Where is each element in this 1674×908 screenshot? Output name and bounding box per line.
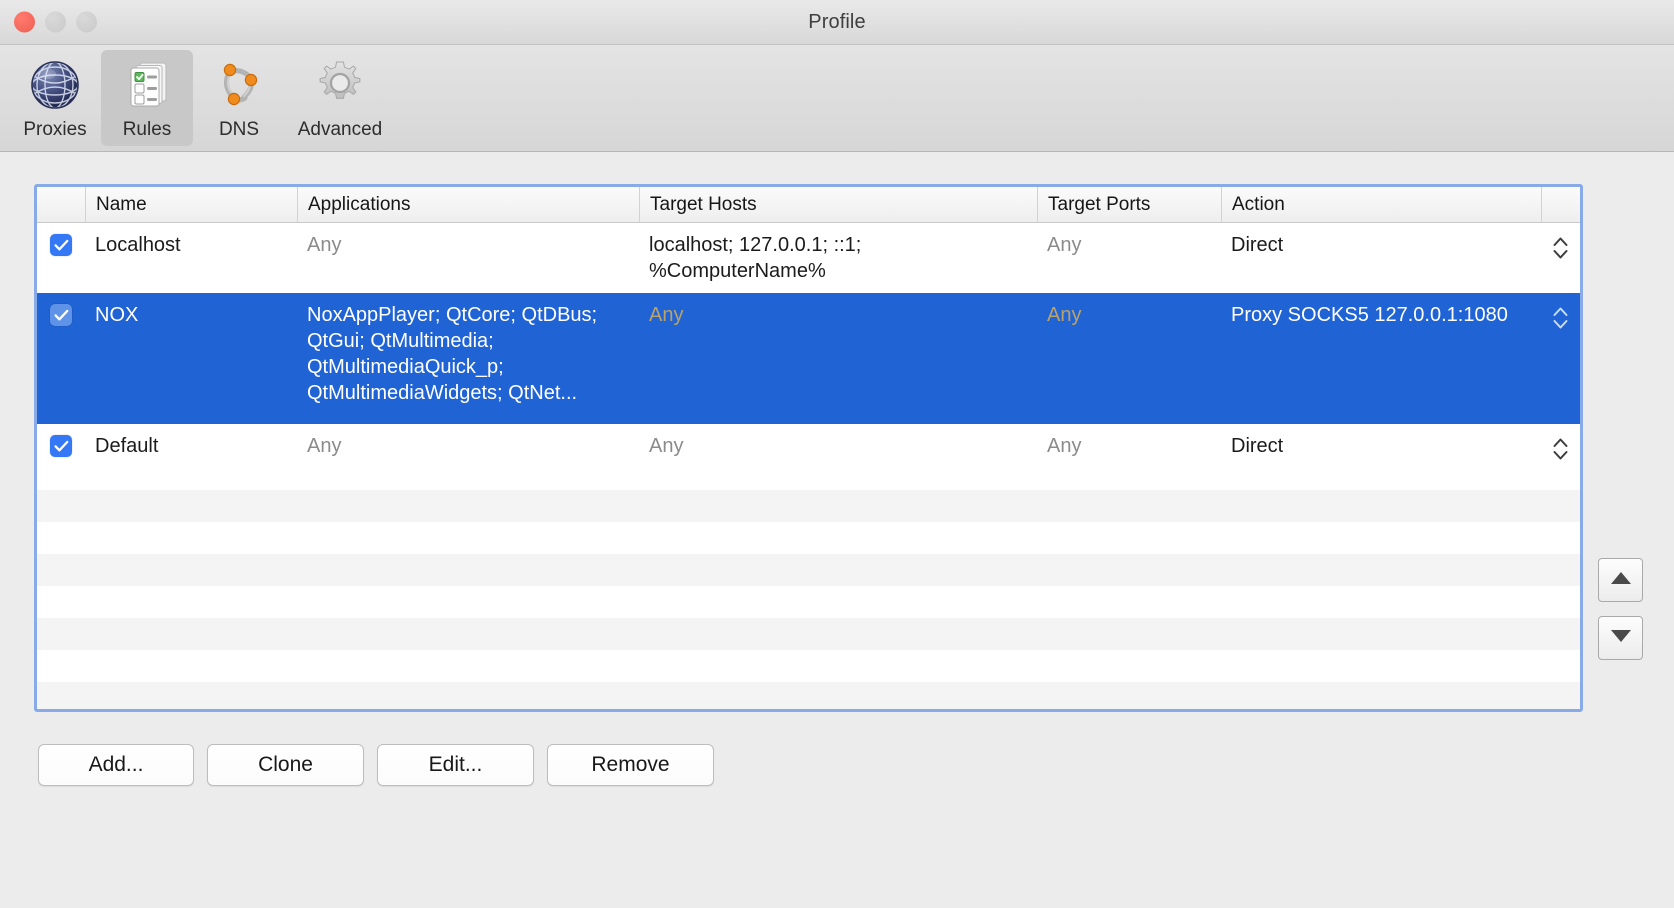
table-empty-row <box>37 682 1580 709</box>
toolbar-item-dns-label: DNS <box>218 119 260 140</box>
toolbar: Proxies Rules DNS Advanced <box>0 45 1674 152</box>
table-empty-row <box>37 650 1580 682</box>
add-button[interactable]: Add... <box>38 744 194 786</box>
remove-button[interactable]: Remove <box>547 744 714 786</box>
triangle-down-icon <box>1609 628 1633 649</box>
cell-target-ports: Any <box>1047 304 1082 326</box>
title-bar: Profile <box>0 0 1674 45</box>
triangle-up-icon <box>1609 570 1633 591</box>
profile-window: Profile Proxies Rules DNS Advanced Name … <box>0 0 1674 908</box>
toolbar-item-proxies-label: Proxies <box>23 119 87 140</box>
toolbar-item-rules-label: Rules <box>122 119 172 140</box>
table-row[interactable]: NOX NoxAppPlayer; QtCore; QtDBus; QtGui; … <box>37 293 1580 424</box>
traffic-lights <box>14 11 97 33</box>
cell-target-hosts: Any <box>649 435 684 457</box>
table-row[interactable]: Localhost Any localhost; 127.0.0.1; ::1; %… <box>37 223 1580 293</box>
table-empty-row <box>37 586 1580 618</box>
row-enabled-checkbox[interactable] <box>37 424 85 457</box>
content-area: Name Applications Target Hosts Target Po… <box>0 152 1674 908</box>
row-action-stepper[interactable] <box>1541 293 1580 331</box>
cell-action: Direct <box>1231 435 1284 457</box>
row-action-stepper[interactable] <box>1541 223 1580 261</box>
cell-name: NOX <box>95 304 139 326</box>
column-header-target-ports[interactable]: Target Ports <box>1037 187 1221 222</box>
cell-applications: Any <box>307 234 342 256</box>
minimize-window-button[interactable] <box>45 11 66 33</box>
cell-name: Default <box>95 435 159 457</box>
dns-nodes-icon <box>208 54 270 116</box>
checkmark-icon <box>50 304 72 326</box>
cell-name: Localhost <box>95 234 181 256</box>
move-down-button[interactable] <box>1598 616 1643 660</box>
cell-target-ports: Any <box>1047 435 1082 457</box>
column-header-target-hosts[interactable]: Target Hosts <box>639 187 1037 222</box>
toolbar-item-proxies[interactable]: Proxies <box>9 50 101 146</box>
toolbar-item-advanced-label: Advanced <box>297 119 383 140</box>
column-header-applications[interactable]: Applications <box>297 187 639 222</box>
table-empty-row <box>37 554 1580 586</box>
checkmark-icon <box>50 435 72 457</box>
cell-target-ports: Any <box>1047 234 1082 256</box>
row-action-stepper[interactable] <box>1541 424 1580 462</box>
gear-icon <box>309 54 371 116</box>
toolbar-item-rules[interactable]: Rules <box>101 50 193 146</box>
window-title: Profile <box>808 10 866 33</box>
maximize-window-button[interactable] <box>76 11 97 33</box>
table-empty-row <box>37 618 1580 650</box>
cell-target-hosts: localhost; 127.0.0.1; ::1; %ComputerName… <box>649 234 862 282</box>
row-enabled-checkbox[interactable] <box>37 293 85 326</box>
toolbar-item-advanced[interactable]: Advanced <box>285 50 395 146</box>
cell-action: Proxy SOCKS5 127.0.0.1:1080 <box>1231 304 1508 326</box>
edit-button[interactable]: Edit... <box>377 744 534 786</box>
table-row[interactable]: Default Any Any Any Direct <box>37 424 1580 490</box>
rules-table[interactable]: Name Applications Target Hosts Target Po… <box>34 184 1583 712</box>
move-up-button[interactable] <box>1598 558 1643 602</box>
cell-target-hosts: Any <box>649 304 684 326</box>
column-header-checkbox[interactable] <box>37 187 85 222</box>
checkmark-icon <box>50 234 72 256</box>
close-window-button[interactable] <box>14 11 35 33</box>
globe-icon <box>24 54 86 116</box>
action-buttons: Add... Clone Edit... Remove <box>38 744 714 786</box>
column-header-reorder <box>1541 187 1580 222</box>
cell-applications: NoxAppPlayer; QtCore; QtDBus; QtGui; QtM… <box>307 304 598 404</box>
clone-button[interactable]: Clone <box>207 744 364 786</box>
checklist-icon <box>116 54 178 116</box>
column-header-action[interactable]: Action <box>1221 187 1541 222</box>
column-header-name[interactable]: Name <box>85 187 297 222</box>
table-empty-row <box>37 490 1580 522</box>
cell-action: Direct <box>1231 234 1284 256</box>
table-body: Localhost Any localhost; 127.0.0.1; ::1; %… <box>37 223 1580 709</box>
row-enabled-checkbox[interactable] <box>37 223 85 256</box>
cell-applications: Any <box>307 435 342 457</box>
table-empty-row <box>37 522 1580 554</box>
reorder-controls <box>1598 558 1643 660</box>
toolbar-item-dns[interactable]: DNS <box>193 50 285 146</box>
table-header-row: Name Applications Target Hosts Target Po… <box>37 187 1580 223</box>
